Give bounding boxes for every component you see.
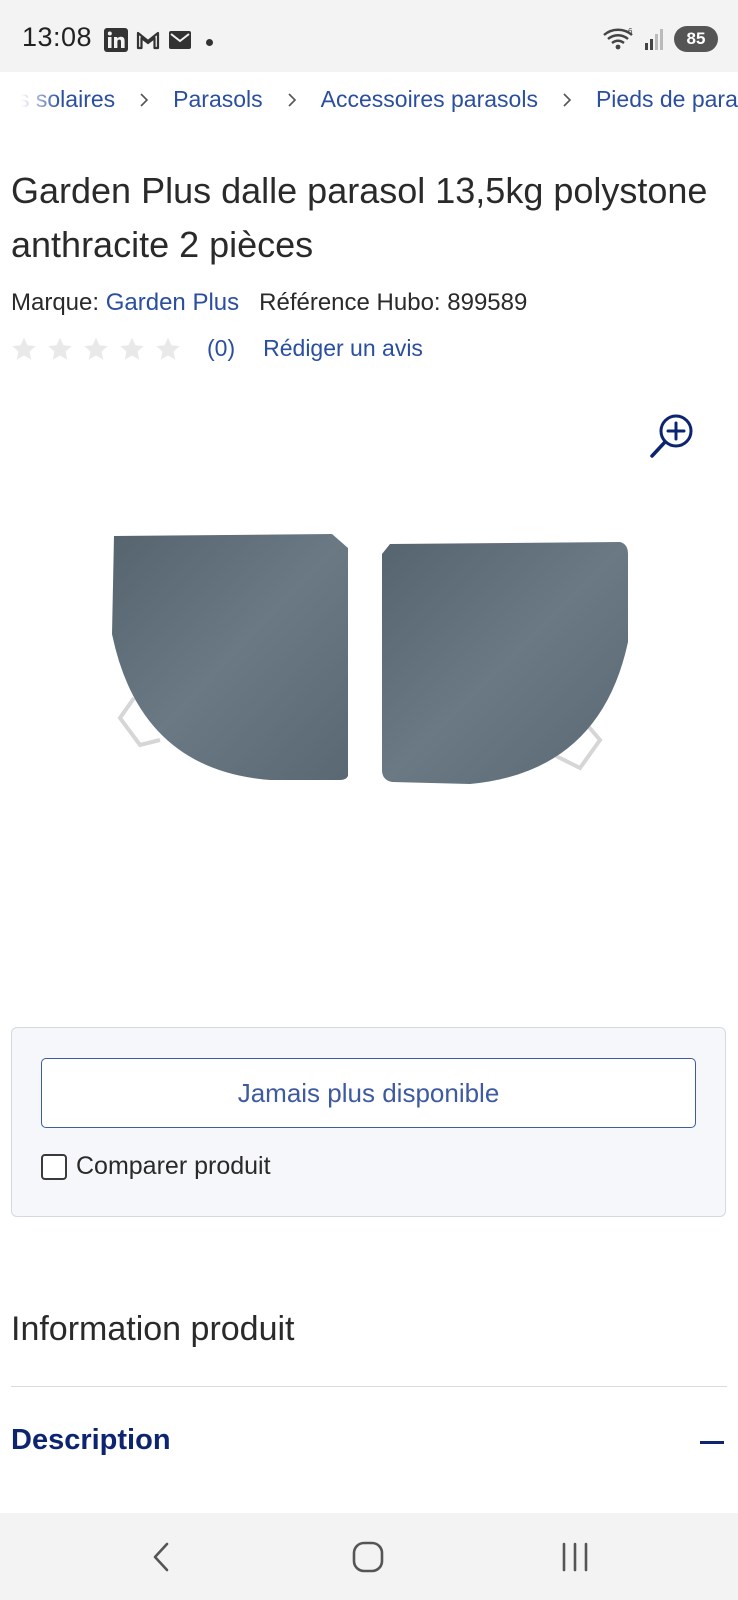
- star-rating: [11, 336, 181, 362]
- linkedin-icon: [104, 28, 128, 52]
- system-status: 6 85: [602, 26, 718, 52]
- navigation-bar: [0, 1513, 738, 1600]
- compare-row[interactable]: Comparer produit: [41, 1152, 271, 1181]
- breadcrumb-item-parasols[interactable]: Parasols: [173, 86, 262, 113]
- star-empty-icon: [84, 337, 108, 360]
- rating-row: (0) Rédiger un avis: [11, 335, 423, 362]
- product-meta: Marque: Garden Plus Référence Hubo: 8995…: [11, 289, 527, 317]
- signal-icon: [645, 29, 663, 50]
- product-image[interactable]: [100, 530, 650, 800]
- breadcrumb-fade: [0, 72, 60, 130]
- chevron-right-icon: [563, 92, 572, 107]
- reference-label: Référence Hubo:: [259, 289, 441, 316]
- gmail-icon: [136, 31, 160, 50]
- star-empty-icon: [120, 337, 144, 360]
- breadcrumb-item-accessoires[interactable]: Accessoires parasols: [321, 86, 538, 113]
- chevron-right-icon: [140, 92, 149, 107]
- review-count[interactable]: (0): [207, 335, 235, 362]
- status-bar: 13:08 6 85: [0, 0, 738, 72]
- divider: [11, 1386, 727, 1387]
- more-notifications-dot: [206, 39, 213, 46]
- mail-icon: [169, 31, 191, 49]
- compare-checkbox[interactable]: [41, 1153, 67, 1180]
- breadcrumb: s solaires Parasols Accessoires parasols…: [0, 72, 738, 130]
- battery-level: 85: [686, 29, 706, 48]
- product-info-heading: Information produit: [11, 1310, 295, 1348]
- status-time: 13:08: [22, 22, 93, 52]
- reference-number: 899589: [447, 289, 528, 316]
- star-empty-icon: [48, 337, 72, 360]
- back-icon[interactable]: [143, 1539, 183, 1575]
- zoom-in-icon[interactable]: [647, 410, 697, 460]
- star-empty-icon: [12, 337, 36, 360]
- breadcrumb-item-pieds[interactable]: Pieds de parasol: [596, 86, 738, 113]
- battery-icon: 85: [674, 26, 718, 52]
- recent-apps-icon[interactable]: [556, 1539, 596, 1575]
- brand-link[interactable]: Garden Plus: [106, 289, 239, 316]
- svg-text:6: 6: [628, 27, 633, 36]
- chevron-right-icon: [288, 92, 296, 107]
- write-review-link[interactable]: Rédiger un avis: [263, 335, 423, 362]
- collapse-minus-icon[interactable]: [700, 1441, 724, 1444]
- description-toggle[interactable]: Description: [11, 1424, 171, 1457]
- home-icon[interactable]: [349, 1539, 389, 1575]
- brand-label: Marque:: [11, 289, 100, 316]
- unavailable-button[interactable]: Jamais plus disponible: [41, 1058, 696, 1128]
- product-title: Garden Plus dalle parasol 13,5kg polysto…: [11, 170, 708, 265]
- notification-icons: [104, 28, 192, 52]
- wifi-icon: 6: [603, 27, 633, 50]
- compare-label[interactable]: Comparer produit: [76, 1152, 271, 1181]
- star-empty-icon: [156, 337, 180, 360]
- purchase-box: Jamais plus disponible Comparer produit: [11, 1027, 726, 1217]
